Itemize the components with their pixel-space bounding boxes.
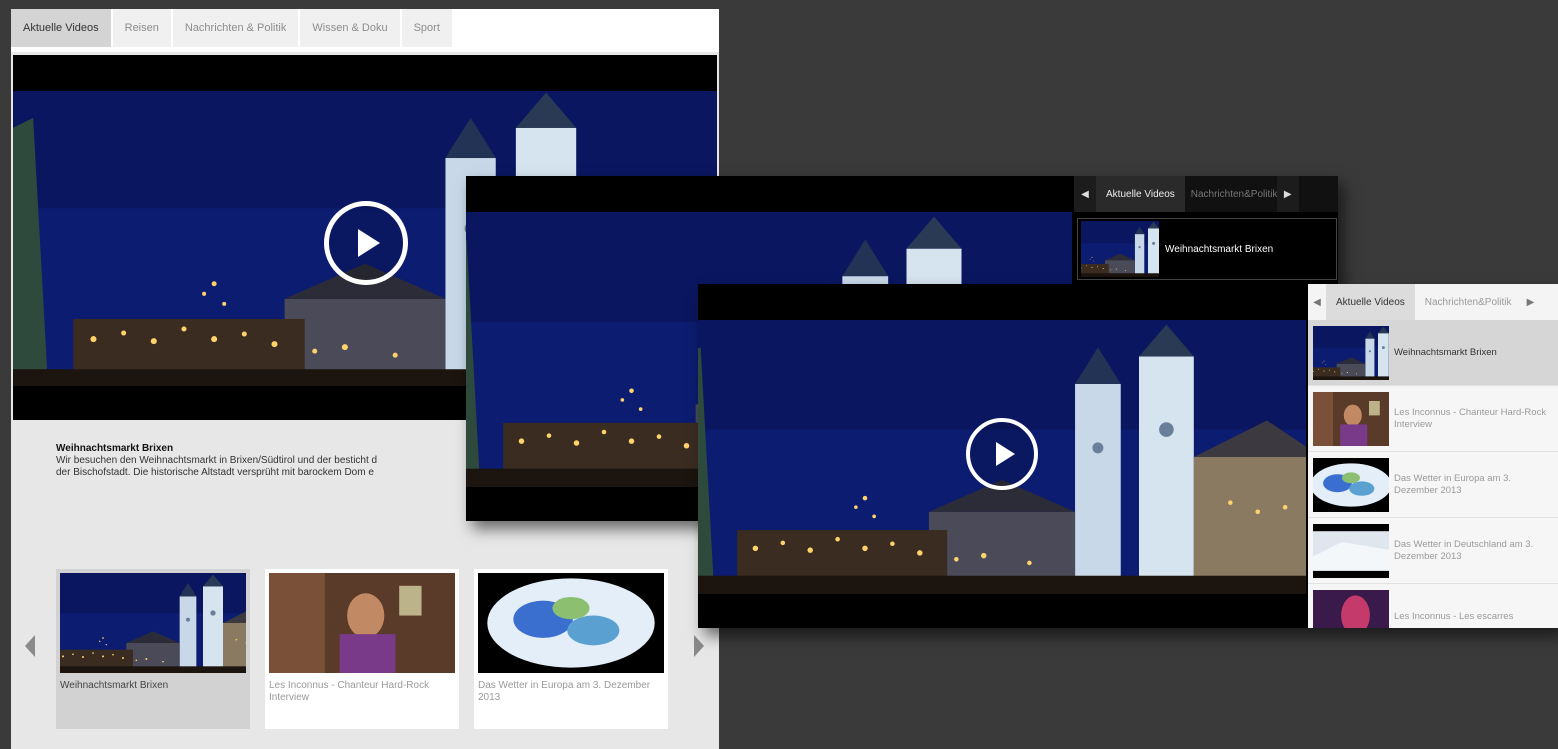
- list-item-thumbnail: [1313, 524, 1389, 578]
- tab-aktuelle-videos[interactable]: Aktuelle Videos: [1326, 284, 1415, 320]
- description-line-1: Wir besuchen den Weihnachtsmarkt in Brix…: [56, 455, 378, 466]
- list-item[interactable]: Les Inconnus - Chanteur Hard-Rock Interv…: [1308, 386, 1558, 452]
- thumbnail-card[interactable]: Les Inconnus - Chanteur Hard-Rock Interv…: [265, 569, 459, 729]
- list-item-label: Das Wetter in Deutschland am 3. Dezember…: [1394, 538, 1534, 562]
- tab-reisen[interactable]: Reisen: [112, 9, 171, 47]
- thumbnail-image: [60, 573, 246, 673]
- description-title: Weihnachtsmarkt Brixen: [56, 443, 174, 454]
- list-item[interactable]: Les Inconnus - Les escarres: [1308, 584, 1558, 628]
- list-item-thumbnail: [1313, 590, 1389, 629]
- chevron-left-icon[interactable]: ◀: [1308, 284, 1326, 320]
- chevron-right-icon[interactable]: ▶: [1276, 176, 1299, 212]
- chevron-left-icon[interactable]: [25, 635, 35, 657]
- thumbnail-image: [478, 573, 664, 673]
- list-item-label: Weihnachtsmarkt Brixen: [1165, 243, 1274, 255]
- tab-nachrichten-politik[interactable]: Nachrichten&Politik: [1415, 284, 1522, 320]
- thumbnail-card[interactable]: Weihnachtsmarkt Brixen: [56, 569, 250, 729]
- list-item-label: Weihnachtsmarkt Brixen: [1394, 346, 1497, 358]
- category-tabs: ◀ Aktuelle Videos Nachrichten&Politik ▶: [1074, 176, 1338, 212]
- tab-sport[interactable]: Sport: [401, 9, 452, 47]
- play-icon[interactable]: [324, 201, 408, 285]
- thumbnail-image: [269, 573, 455, 673]
- list-item-label: Das Wetter in Europa am 3. Dezember 2013: [1394, 472, 1512, 496]
- category-tabs: Aktuelle Videos Reisen Nachrichten & Pol…: [11, 9, 719, 52]
- list-item[interactable]: Weihnachtsmarkt Brixen: [1077, 218, 1337, 280]
- thumbnail-label: Das Wetter in Europa am 3. Dezember 2013: [478, 680, 651, 703]
- list-item-thumbnail: [1081, 221, 1159, 277]
- category-tabs: ◀ Aktuelle Videos Nachrichten&Politik ▶: [1308, 284, 1558, 320]
- list-item[interactable]: Das Wetter in Deutschland am 3. Dezember…: [1308, 518, 1558, 584]
- video-description: Weihnachtsmarkt Brixen Wir besuchen den …: [56, 443, 476, 479]
- tab-aktuelle-videos[interactable]: Aktuelle Videos: [11, 9, 111, 47]
- list-item-thumbnail: [1313, 458, 1389, 512]
- list-item-label: Les Inconnus - Les escarres: [1394, 610, 1514, 622]
- list-item[interactable]: Weihnachtsmarkt Brixen: [1308, 320, 1558, 386]
- tab-wissen-doku[interactable]: Wissen & Doku: [300, 9, 400, 47]
- list-item-thumbnail: [1313, 326, 1389, 380]
- chevron-right-icon[interactable]: ▶: [1521, 284, 1540, 320]
- list-item-label: Les Inconnus - Chanteur Hard-Rock Interv…: [1394, 406, 1547, 430]
- list-item[interactable]: Das Wetter in Europa am 3. Dezember 2013: [1308, 452, 1558, 518]
- tab-nachrichten-politik[interactable]: Nachrichten&Politik: [1185, 176, 1277, 212]
- thumbnail-label: Weihnachtsmarkt Brixen: [60, 680, 169, 691]
- chevron-right-icon[interactable]: [694, 635, 704, 657]
- tab-aktuelle-videos[interactable]: Aktuelle Videos: [1096, 176, 1185, 212]
- tab-nachrichten-politik[interactable]: Nachrichten & Politik: [172, 9, 299, 47]
- description-line-2: der Bischofstadt. Die historische Altsta…: [56, 467, 374, 478]
- thumbnail-card[interactable]: Das Wetter in Europa am 3. Dezember 2013: [474, 569, 668, 729]
- thumbnail-label: Les Inconnus - Chanteur Hard-Rock Interv…: [269, 680, 430, 703]
- chevron-left-icon[interactable]: ◀: [1074, 176, 1096, 212]
- video-list-sidebar: ◀ Aktuelle Videos Nachrichten&Politik ▶ …: [1308, 284, 1558, 628]
- play-icon[interactable]: [966, 418, 1038, 490]
- list-item-thumbnail: [1313, 392, 1389, 446]
- wide-player-panel: ◀ Aktuelle Videos Nachrichten&Politik ▶ …: [698, 284, 1558, 628]
